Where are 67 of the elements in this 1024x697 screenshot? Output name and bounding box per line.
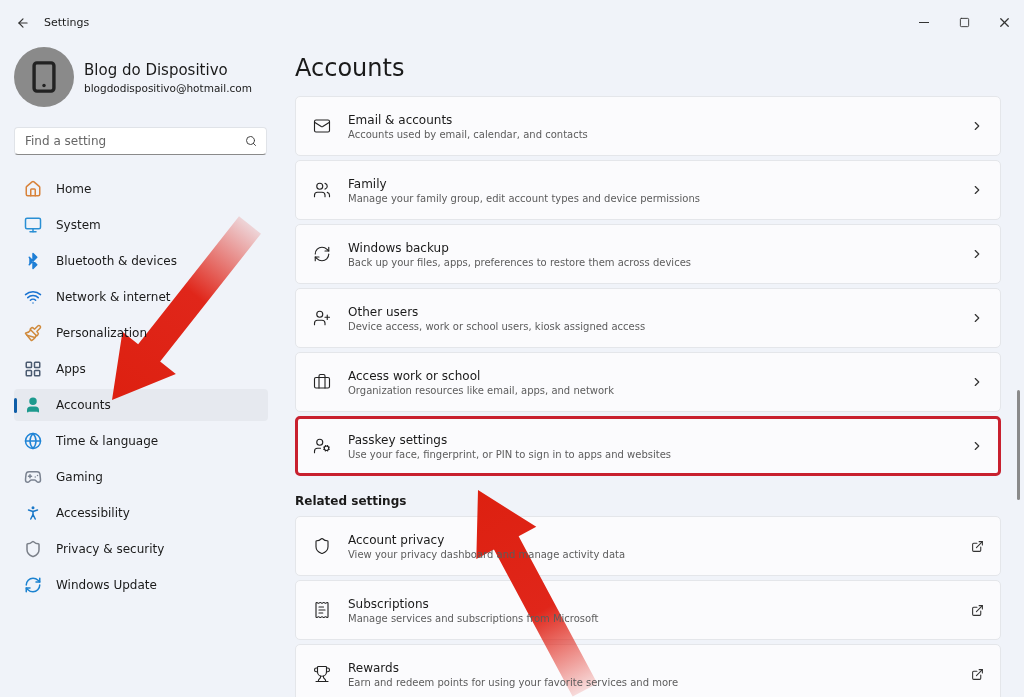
external-link-icon xyxy=(971,539,984,553)
user-add-icon xyxy=(313,309,331,327)
sidebar-item[interactable]: Accessibility xyxy=(14,497,268,529)
briefcase-icon xyxy=(313,373,331,391)
card-description: Earn and redeem points for using your favorite services and more xyxy=(348,676,680,688)
card-title: Windows backup xyxy=(348,240,450,255)
card-title: Rewards xyxy=(348,660,400,675)
settings-card[interactable]: Rewards Earn and redeem points for using your favorite services and more xyxy=(295,644,1001,697)
sidebar-item[interactable]: Home xyxy=(14,173,268,205)
sidebar-item[interactable]: Accounts xyxy=(14,389,268,421)
sidebar-item[interactable]: Privacy & security xyxy=(14,533,268,565)
settings-card[interactable]: Email & accounts Accounts used by email, calendar, and contacts xyxy=(295,96,1001,156)
external-link-icon xyxy=(971,667,984,681)
card-title: Email & accounts xyxy=(348,112,454,127)
person-icon xyxy=(24,396,42,414)
window-title: Settings xyxy=(44,16,90,29)
page-title: Accounts xyxy=(295,54,406,82)
card-description: Device access, work or school users, kiosk assigned access xyxy=(348,320,647,332)
shield-icon xyxy=(313,537,331,555)
monitor-icon xyxy=(24,216,42,234)
sidebar-item[interactable]: Personalization xyxy=(14,317,268,349)
sidebar-item[interactable]: Time & language xyxy=(14,425,268,457)
card-title: Subscriptions xyxy=(348,596,430,611)
maximize-icon xyxy=(958,17,970,28)
sync-icon xyxy=(313,245,331,263)
sidebar-item[interactable]: Network & internet xyxy=(14,281,268,313)
settings-card[interactable]: Family Manage your family group, edit account types and device permissions xyxy=(295,160,1001,220)
card-description: Back up your files, apps, preferences to restore them across devices xyxy=(348,256,692,268)
house-icon xyxy=(24,180,42,198)
wifi-icon xyxy=(24,288,42,306)
profile-name: Blog do Dispositivo xyxy=(84,60,229,79)
back-icon[interactable] xyxy=(16,15,30,30)
card-description: Manage your family group, edit account types and device permissions xyxy=(348,192,701,204)
sidebar-item[interactable]: Apps xyxy=(14,353,268,385)
gamepad-icon xyxy=(24,468,42,486)
mail-icon xyxy=(313,117,331,135)
settings-card[interactable]: Access work or school Organization resources like email, apps, and network xyxy=(295,352,1001,412)
card-description: Accounts used by email, calendar, and contacts xyxy=(348,128,589,140)
paintbrush-icon xyxy=(24,324,42,342)
card-title: Access work or school xyxy=(348,368,482,383)
settings-card[interactable]: Passkey settings Use your face, fingerprint, or PIN to sign in to apps and websites xyxy=(295,416,1001,476)
family-icon xyxy=(313,181,331,199)
card-title: Family xyxy=(348,176,388,191)
trophy-icon xyxy=(313,665,331,683)
search-field[interactable]: Find a setting xyxy=(14,127,267,155)
update-icon xyxy=(24,576,42,594)
receipt-icon xyxy=(313,601,331,619)
section-heading: Related settings xyxy=(295,494,408,508)
minimize-icon xyxy=(919,22,929,23)
card-title: Passkey settings xyxy=(348,432,449,447)
card-description: Use your face, fingerprint, or PIN to sign in to apps and websites xyxy=(348,448,673,460)
avatar xyxy=(14,47,74,107)
sidebar-item[interactable]: Bluetooth & devices xyxy=(14,245,268,277)
card-description: Organization resources like email, apps, and network xyxy=(348,384,615,396)
search-icon xyxy=(245,135,257,147)
scrollbar-thumb[interactable] xyxy=(1017,390,1020,500)
sidebar-item[interactable]: Gaming xyxy=(14,461,268,493)
settings-card[interactable]: Windows backup Back up your files, apps, preferences to restore them across devices xyxy=(295,224,1001,284)
shield-icon xyxy=(24,540,42,558)
sidebar-item[interactable]: Windows Update xyxy=(14,569,268,601)
settings-card[interactable]: Other users Device access, work or school users, kiosk assigned access xyxy=(295,288,1001,348)
sidebar-item[interactable]: System xyxy=(14,209,268,241)
card-title: Other users xyxy=(348,304,420,319)
external-link-icon xyxy=(971,603,984,617)
profile-email: blogdodispositivo@hotmail.com xyxy=(84,81,252,94)
card-title: Account privacy xyxy=(348,532,446,547)
apps-icon xyxy=(24,360,42,378)
